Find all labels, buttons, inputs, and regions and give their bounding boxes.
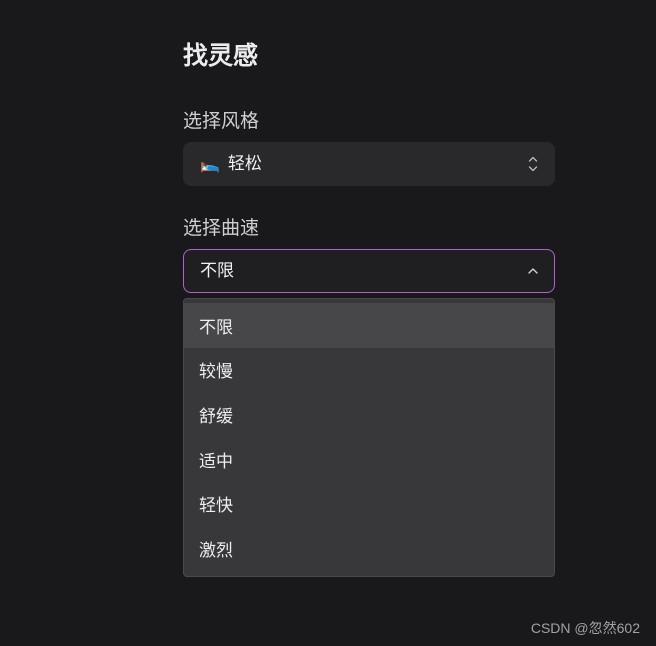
speed-field-label: 选择曲速 xyxy=(183,217,260,239)
speed-option-gentle[interactable]: 舒缓 xyxy=(184,392,554,437)
speed-option-moderate[interactable]: 适中 xyxy=(184,437,554,482)
speed-option-unlimited[interactable]: 不限 xyxy=(184,303,554,348)
chevron-up-down-icon xyxy=(526,154,540,174)
chevron-up-icon xyxy=(526,261,540,281)
csdn-watermark: CSDN @忽然602 xyxy=(530,620,640,636)
speed-select[interactable]: 不限 xyxy=(183,249,555,293)
style-select[interactable]: 🛌 轻松 xyxy=(183,142,555,186)
bed-emoji-icon: 🛌 xyxy=(200,154,220,173)
speed-option-intense[interactable]: 激烈 xyxy=(184,526,554,571)
speed-option-brisk[interactable]: 轻快 xyxy=(184,481,554,526)
speed-dropdown-menu: 不限 较慢 舒缓 适中 轻快 激烈 xyxy=(183,298,555,577)
speed-select-value: 不限 xyxy=(200,261,234,281)
page-title: 找灵感 xyxy=(183,41,259,70)
style-select-value: 轻松 xyxy=(227,154,262,174)
speed-option-slower[interactable]: 较慢 xyxy=(184,348,554,393)
style-field-label: 选择风格 xyxy=(183,110,260,132)
